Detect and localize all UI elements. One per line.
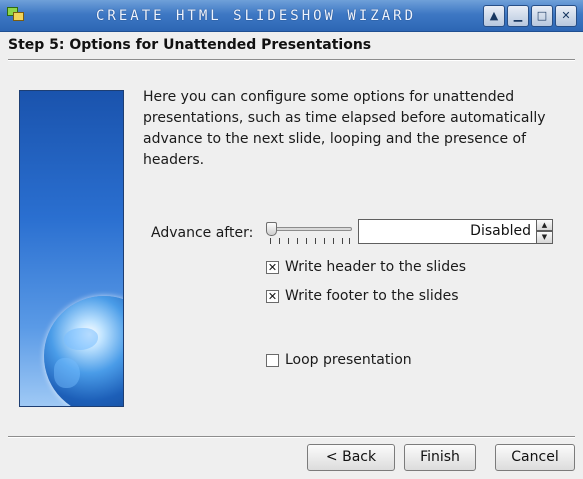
advance-slider[interactable]	[266, 222, 352, 246]
description-text: Here you can configure some options for …	[143, 89, 546, 168]
finish-button[interactable]: Finish	[404, 444, 476, 471]
header-checkbox[interactable]: ✕	[266, 260, 279, 274]
globe-image	[44, 296, 123, 406]
spin-down-icon[interactable]: ▼	[536, 231, 553, 244]
footer-checkbox[interactable]: ✕	[266, 289, 279, 303]
wizard-side-image	[19, 90, 124, 407]
loop-checkbox-label[interactable]: Loop presentation	[285, 352, 412, 368]
footer-option[interactable]: ✕ Write footer to the slides	[266, 288, 459, 304]
close-icon[interactable]: ✕	[555, 5, 577, 27]
slider-ticks	[270, 238, 350, 244]
shade-icon[interactable]: ▲	[483, 5, 505, 27]
header-separator	[8, 59, 575, 61]
title-bar[interactable]: Create HTML Slideshow Wizard ▲ ▁ □ ✕	[0, 0, 583, 32]
slider-track[interactable]	[268, 227, 352, 231]
back-button[interactable]: < Back	[307, 444, 395, 471]
minimize-icon[interactable]: ▁	[507, 5, 529, 27]
page-title: Step 5: Options for Unattended Presentat…	[8, 37, 372, 53]
advance-spinbox[interactable]: Disabled ▲ ▼	[358, 219, 553, 244]
footer-checkbox-label[interactable]: Write footer to the slides	[285, 288, 459, 304]
advance-value-field[interactable]: Disabled	[358, 219, 536, 244]
app-icon[interactable]	[7, 7, 25, 23]
loop-checkbox[interactable]	[266, 353, 279, 367]
slider-handle[interactable]	[266, 222, 277, 236]
cancel-button[interactable]: Cancel	[495, 444, 575, 471]
loop-option[interactable]: Loop presentation	[266, 352, 412, 368]
spin-up-icon[interactable]: ▲	[536, 219, 553, 231]
header-option[interactable]: ✕ Write header to the slides	[266, 259, 466, 275]
advance-label: Advance after:	[151, 225, 254, 241]
wizard-window: Create HTML Slideshow Wizard ▲ ▁ □ ✕ Ste…	[0, 0, 583, 479]
maximize-icon[interactable]: □	[531, 5, 553, 27]
header-checkbox-label[interactable]: Write header to the slides	[285, 259, 466, 275]
footer-separator	[8, 436, 575, 438]
window-title: Create HTML Slideshow Wizard	[96, 8, 417, 24]
